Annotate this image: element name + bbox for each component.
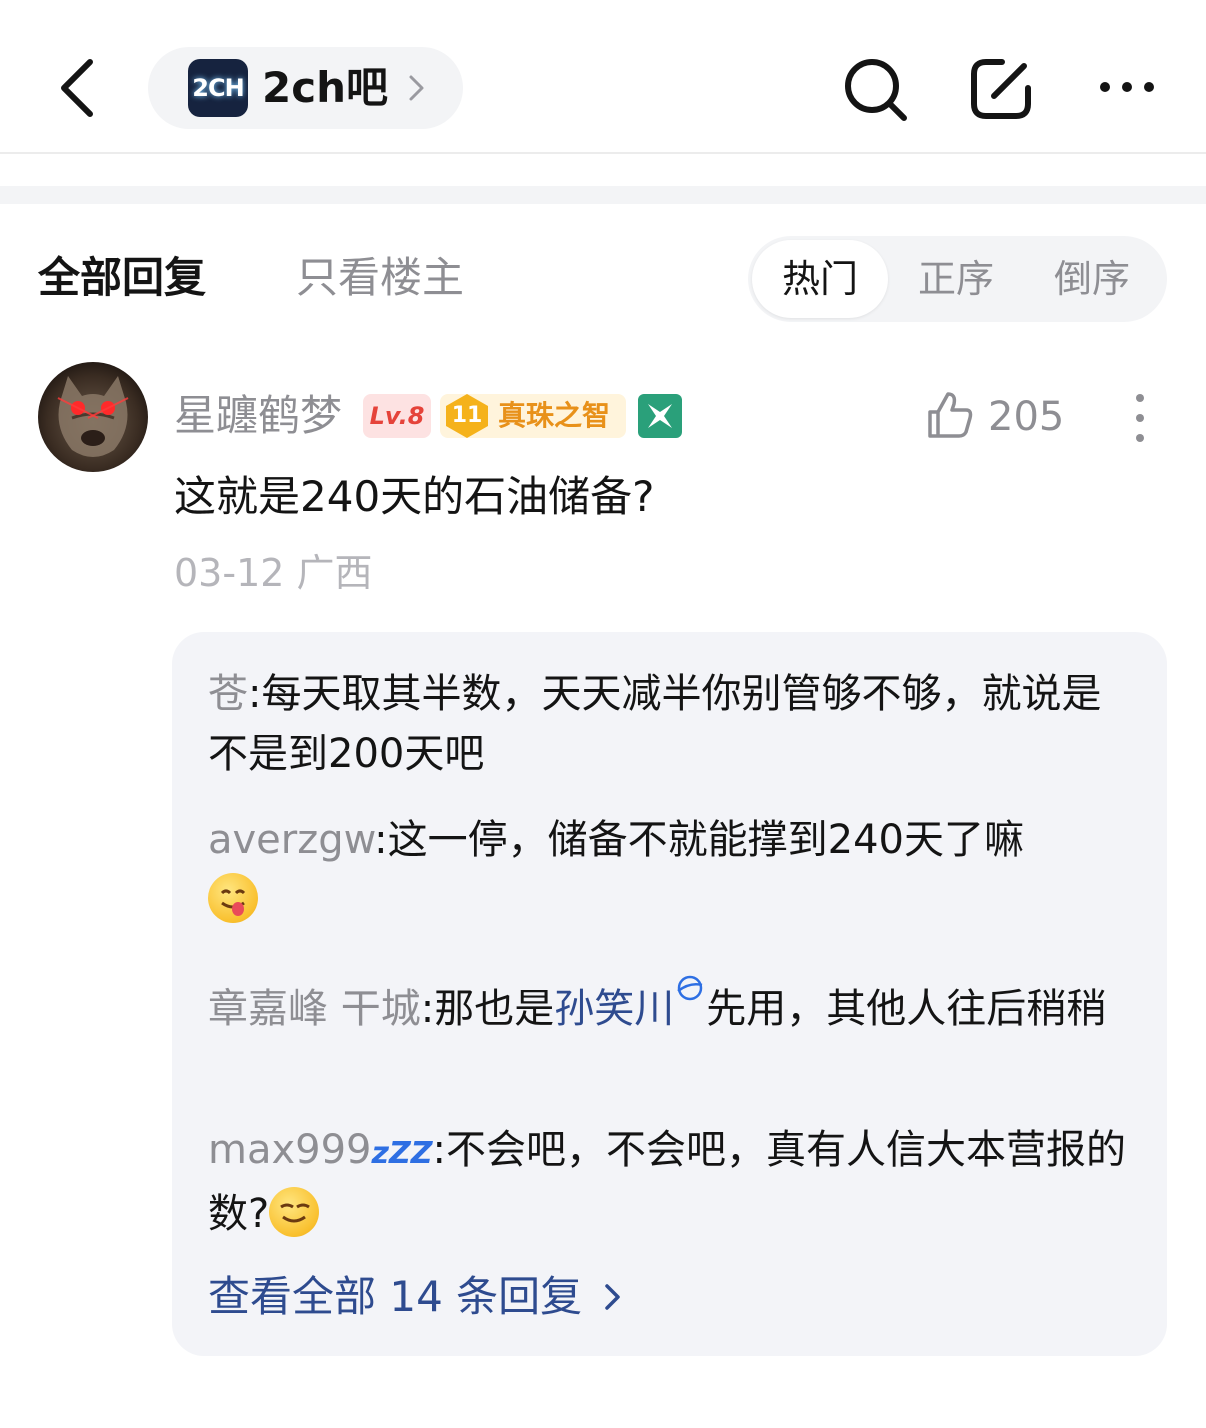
forum-name: 2ch吧 bbox=[262, 63, 389, 112]
sub-reply[interactable]: 苍:每天取其半数，天天减半你别管够不够，就说是不是到200天吧 bbox=[208, 664, 1133, 784]
avatar-image bbox=[38, 362, 148, 472]
comment-more-button[interactable] bbox=[1120, 388, 1160, 448]
mention-link[interactable]: 孙笑川 bbox=[554, 986, 674, 1032]
top-bar: 2CH 2ch吧 bbox=[0, 0, 1206, 152]
reply-separator: : bbox=[432, 1127, 446, 1173]
sub-reply[interactable]: averzgw:这一停，储备不就能撑到240天了嘛 bbox=[208, 810, 1133, 930]
more-options-button[interactable] bbox=[1096, 56, 1162, 122]
honor-badge: 11 真珠之智 bbox=[440, 394, 626, 438]
honor-level-icon: 11 bbox=[442, 392, 492, 440]
sub-reply[interactable]: max999zZZ:不会吧，不会吧，真有人信大本营报的数? bbox=[208, 1120, 1133, 1244]
forum-entry[interactable]: 2CH 2ch吧 bbox=[148, 47, 463, 129]
sleeping-zzz-icon: zZZ bbox=[371, 1136, 433, 1171]
like-button[interactable]: 205 bbox=[924, 390, 1074, 444]
section-separator bbox=[0, 186, 1206, 204]
honor-title: 真珠之智 bbox=[498, 399, 611, 432]
comment-text: 这就是240天的石油储备? bbox=[174, 472, 655, 521]
view-all-replies-link[interactable]: 查看全部 14 条回复 bbox=[208, 1268, 624, 1326]
smirk-emoji-icon bbox=[269, 1187, 320, 1237]
vertical-more-icon bbox=[1136, 394, 1144, 442]
sort-descending[interactable]: 倒序 bbox=[1024, 240, 1160, 318]
reply-user[interactable]: 章嘉峰 干城 bbox=[208, 986, 421, 1032]
back-icon bbox=[61, 59, 93, 117]
username[interactable]: 星躔鹤梦 bbox=[174, 388, 342, 444]
edit-button[interactable] bbox=[968, 56, 1034, 122]
reply-user[interactable]: averzgw bbox=[208, 817, 374, 863]
thumbs-up-icon bbox=[928, 392, 973, 438]
sub-reply[interactable]: 章嘉峰 干城:那也是孙笑川 先用，其他人往后稍稍 bbox=[208, 972, 1133, 1039]
reply-filter-row: 全部回复 只看楼主 热门 正序 倒序 bbox=[0, 236, 1206, 322]
view-all-label: 查看全部 14 条回复 bbox=[208, 1272, 583, 1321]
reply-separator: : bbox=[420, 986, 435, 1032]
tongue-emoji-icon bbox=[208, 873, 258, 923]
edit-icon bbox=[971, 59, 1031, 119]
comment-date: 03-12 bbox=[174, 551, 285, 595]
reply-text: 这一停，储备不就能撑到240天了嘛 bbox=[387, 817, 1024, 863]
comment-meta: 03-12 广西 bbox=[174, 546, 373, 600]
reply-separator: : bbox=[248, 671, 262, 717]
level-badge: Lv.8 bbox=[363, 394, 431, 438]
chevron-right-icon bbox=[604, 1284, 620, 1310]
avatar[interactable] bbox=[38, 362, 148, 472]
more-icon bbox=[1100, 82, 1154, 92]
sort-switcher: 热门 正序 倒序 bbox=[748, 236, 1167, 322]
comment-location: 广西 bbox=[296, 551, 373, 595]
reply-text: 每天取其半数，天天减半你别管够不够，就说是不是到200天吧 bbox=[208, 671, 1102, 777]
reply-text: 先用，其他人往后稍稍 bbox=[706, 986, 1107, 1032]
sort-ascending[interactable]: 正序 bbox=[888, 240, 1024, 318]
reply-text-prefix: 那也是 bbox=[434, 986, 555, 1032]
sort-hot[interactable]: 热门 bbox=[752, 240, 888, 318]
planet-icon bbox=[677, 975, 703, 1001]
reply-separator: : bbox=[374, 817, 388, 863]
sub-replies-panel: 苍:每天取其半数，天天减半你别管够不够，就说是不是到200天吧 averzgw:… bbox=[172, 632, 1167, 1356]
like-count: 205 bbox=[988, 394, 1065, 440]
member-icon bbox=[638, 394, 682, 438]
tab-all-replies[interactable]: 全部回复 bbox=[38, 250, 206, 306]
header-divider bbox=[0, 152, 1206, 154]
reply-user[interactable]: 苍 bbox=[208, 671, 248, 717]
back-button[interactable] bbox=[52, 52, 112, 124]
reply-user[interactable]: max999 bbox=[208, 1127, 372, 1173]
chevron-right-icon bbox=[409, 75, 424, 101]
search-icon bbox=[845, 59, 907, 121]
tab-only-op[interactable]: 只看楼主 bbox=[296, 250, 464, 306]
search-button[interactable] bbox=[842, 56, 908, 122]
forum-logo: 2CH bbox=[188, 59, 248, 117]
